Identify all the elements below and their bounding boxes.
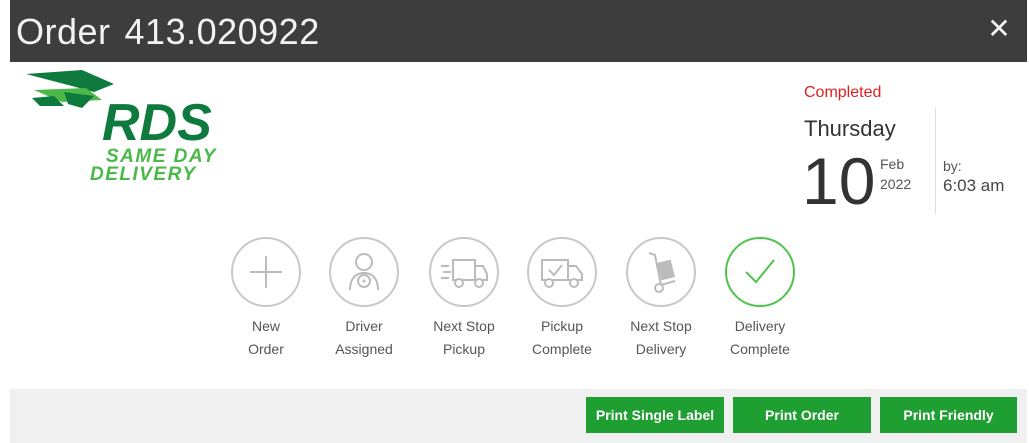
step-label-line2: Delivery — [635, 341, 687, 357]
status-month: Feb — [880, 156, 905, 172]
step-label: Delivery Complete — [712, 315, 808, 361]
step-label: Next Stop Delivery — [613, 315, 709, 361]
step-label-line2: Assigned — [335, 341, 393, 357]
step-label-line1: Driver — [345, 318, 383, 334]
step-pickup-complete: Pickup Complete — [514, 237, 610, 361]
status-time: 6:03 am — [943, 176, 1005, 195]
plus-icon — [250, 256, 282, 288]
status-by-label: by: — [943, 158, 962, 174]
title-prefix: Order — [16, 11, 111, 52]
step-new-order: New Order — [218, 237, 314, 361]
step-label-line2: Order — [248, 341, 284, 357]
truck-check-icon — [541, 259, 583, 288]
step-label-line1: Delivery — [734, 318, 786, 334]
step-label-line2: Pickup — [442, 341, 486, 357]
order-number: 413.020922 — [124, 11, 320, 52]
step-label-line2: Complete — [730, 341, 790, 357]
print-single-label-button[interactable]: Print Single Label — [586, 397, 724, 433]
step-circle — [329, 237, 399, 307]
step-circle-active — [725, 237, 795, 307]
step-next-stop-pickup: Next Stop Pickup — [416, 237, 512, 361]
step-label-line1: Next Stop — [433, 318, 495, 334]
status-divider — [935, 108, 936, 214]
status-year: 2022 — [880, 176, 912, 192]
step-driver-assigned: Driver Assigned — [316, 237, 412, 361]
order-modal: Order 413.020922 ✕ RDS SAME DAY DELIVERY … — [10, 0, 1027, 443]
status-block: Completed Thursday 10 Feb 2022 by: 6:03 … — [802, 84, 1029, 224]
order-progress-steps: New Order Driver Assigned Next Stop Pick… — [218, 237, 808, 367]
modal-footer: Print Single Label Print Order Print Fri… — [10, 389, 1027, 443]
status-day: 10 — [802, 144, 876, 218]
status-badge: Completed — [804, 84, 882, 101]
step-delivery-complete: Delivery Complete — [712, 237, 808, 361]
logo-swoosh — [26, 70, 114, 108]
logo-wordmark: RDS — [102, 94, 212, 152]
step-label: Pickup Complete — [514, 315, 610, 361]
step-label-line2: Complete — [532, 341, 592, 357]
step-circle — [429, 237, 499, 307]
logo-tagline-line2: DELIVERY — [90, 164, 198, 185]
truck-speed-icon — [441, 259, 488, 288]
step-label-line1: Pickup — [540, 318, 584, 334]
modal-title-bar: Order 413.020922 ✕ — [10, 0, 1027, 62]
step-circle — [231, 237, 301, 307]
step-circle — [527, 237, 597, 307]
step-label: Driver Assigned — [316, 315, 412, 361]
checkmark-icon — [745, 259, 775, 284]
status-weekday: Thursday — [804, 116, 896, 141]
step-label: Next Stop Pickup — [416, 315, 512, 361]
rds-logo: RDS SAME DAY DELIVERY — [26, 70, 216, 185]
step-next-stop-delivery: Next Stop Delivery — [613, 237, 709, 361]
print-order-button[interactable]: Print Order — [733, 397, 871, 433]
hand-truck-icon — [648, 252, 676, 293]
step-label: New Order — [218, 315, 314, 361]
step-label-line1: Next Stop — [630, 318, 692, 334]
step-label-line1: New — [251, 318, 280, 334]
print-friendly-button[interactable]: Print Friendly — [880, 397, 1017, 433]
step-circle — [626, 237, 696, 307]
close-icon[interactable]: ✕ — [985, 15, 1013, 43]
driver-icon — [349, 253, 379, 291]
modal-title: Order 413.020922 — [16, 11, 320, 53]
